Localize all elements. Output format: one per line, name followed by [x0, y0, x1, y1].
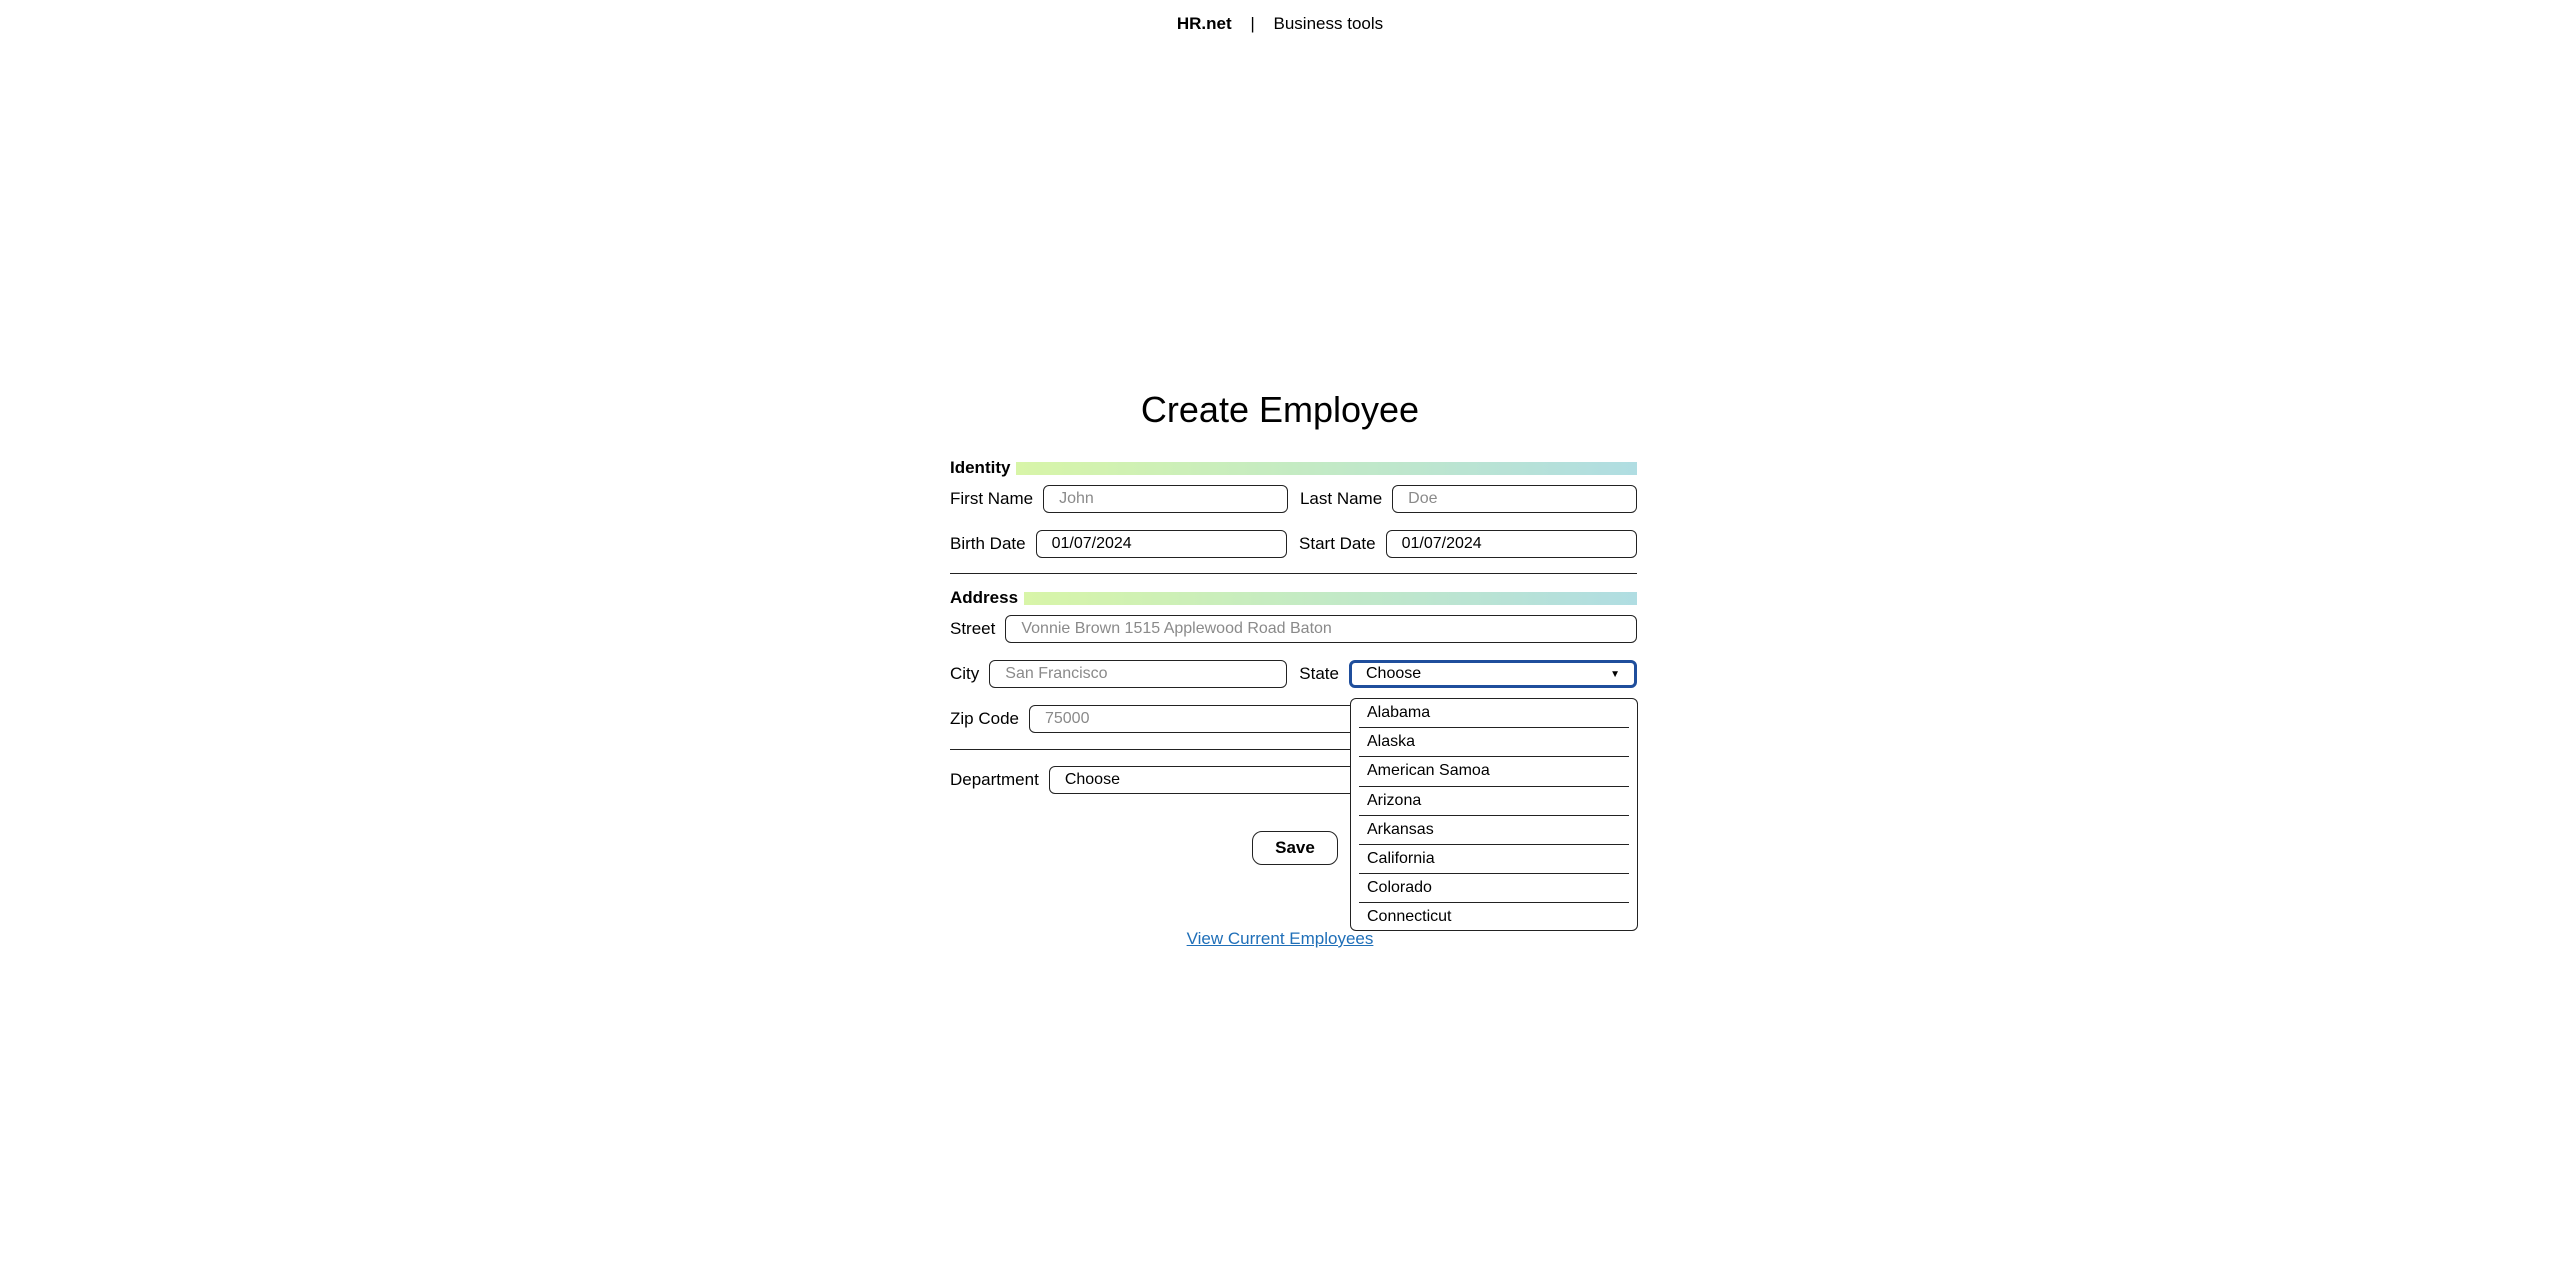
name-row: First Name Last Name: [950, 484, 1638, 514]
state-option[interactable]: Colorado: [1359, 874, 1629, 904]
state-option[interactable]: California: [1359, 845, 1629, 875]
state-option[interactable]: Alaska: [1359, 728, 1629, 758]
city-label: City: [950, 664, 980, 683]
city-input[interactable]: [989, 660, 1288, 688]
dates-row: Birth Date Start Date: [950, 529, 1638, 559]
start-date-label: Start Date: [1299, 534, 1376, 553]
identity-section-bar: [1016, 461, 1637, 475]
street-input[interactable]: [1005, 615, 1637, 643]
state-option[interactable]: American Samoa: [1359, 757, 1629, 787]
identity-section-header: Identity: [950, 456, 1637, 480]
state-label: State: [1299, 664, 1339, 683]
state-select-value: Choose: [1365, 665, 1422, 682]
save-button[interactable]: Save: [1252, 831, 1338, 865]
view-current-employees-link[interactable]: View Current Employees: [1187, 929, 1374, 948]
address-section-bar: [1024, 591, 1637, 605]
birth-date-label: Birth Date: [950, 534, 1026, 553]
department-label: Department: [950, 770, 1039, 789]
department-select-value: Choose: [1064, 771, 1120, 788]
page-title: Create Employee: [1140, 389, 1420, 430]
identity-section-label: Identity: [950, 458, 1011, 477]
birth-date-input[interactable]: [1035, 530, 1288, 558]
state-option[interactable]: Alabama: [1359, 699, 1629, 729]
header-separator: |: [1250, 14, 1255, 33]
address-section-label: Address: [950, 588, 1019, 607]
header-tagline: Business tools: [1273, 14, 1384, 33]
state-option[interactable]: Arizona: [1359, 787, 1629, 816]
state-option[interactable]: Arkansas: [1359, 816, 1629, 845]
state-option[interactable]: Connecticut: [1359, 903, 1629, 930]
state-select[interactable]: Choose ▼: [1348, 660, 1637, 688]
brand-logo[interactable]: HR.net: [1177, 14, 1232, 33]
section-divider: [950, 573, 1637, 574]
zip-code-label: Zip Code: [950, 709, 1019, 728]
last-name-label: Last Name: [1299, 489, 1383, 508]
address-section-header: Address: [950, 586, 1637, 610]
start-date-input[interactable]: [1385, 530, 1638, 558]
city-state-row: City State Choose ▼: [950, 659, 1637, 689]
state-dropdown-list[interactable]: Alabama Alaska American Samoa Arizona Ar…: [1350, 698, 1638, 931]
view-employees-container: View Current Employees: [0, 929, 2560, 949]
last-name-input[interactable]: [1392, 485, 1638, 513]
street-label: Street: [950, 619, 996, 638]
first-name-input[interactable]: [1043, 485, 1288, 513]
caret-down-icon: ▼: [1610, 668, 1620, 680]
top-header: HR.net | Business tools: [0, 14, 2560, 34]
street-row: Street: [950, 614, 1637, 644]
first-name-label: First Name: [950, 489, 1034, 508]
